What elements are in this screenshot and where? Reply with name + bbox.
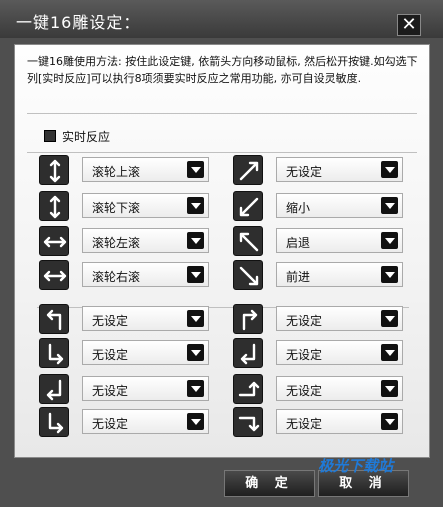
direction-button[interactable] <box>39 407 69 437</box>
chevron-down-icon <box>381 266 398 283</box>
action-dropdown[interactable]: 无设定 <box>276 376 403 401</box>
dropdown-value: 无设定 <box>92 314 129 328</box>
action-dropdown[interactable]: 无设定 <box>276 409 403 434</box>
chevron-down-icon <box>381 344 398 361</box>
chevron-down-icon <box>381 380 398 397</box>
direction-button[interactable] <box>233 338 263 368</box>
action-dropdown[interactable]: 无设定 <box>276 306 403 331</box>
direction-button[interactable] <box>233 226 263 256</box>
close-button[interactable]: ✕ <box>397 14 421 36</box>
chevron-down-icon <box>381 161 398 178</box>
chevron-down-icon <box>187 310 204 327</box>
window-title: 一键16雕设定： <box>16 13 141 32</box>
arrow-up-right-turn-icon <box>242 309 258 331</box>
direction-button[interactable] <box>233 155 263 185</box>
settings-dialog: 一键16雕设定： ✕ 一键16雕使用方法: 按住此设定键, 依箭头方向移动鼠标,… <box>0 0 443 507</box>
dropdown-value: 无设定 <box>286 417 323 431</box>
direction-button[interactable] <box>233 260 263 290</box>
chevron-down-icon <box>187 266 204 283</box>
usage-description: 一键16雕使用方法: 按住此设定键, 依箭头方向移动鼠标, 然后松开按键.如勾选… <box>27 55 418 85</box>
watermark-logo: 极光下载站 <box>318 457 394 475</box>
arrow-up-down-icon <box>49 159 61 183</box>
close-icon: ✕ <box>401 14 417 35</box>
action-dropdown[interactable]: 缩小 <box>276 193 403 218</box>
arrow-right-down-hook-icon <box>238 416 260 432</box>
action-dropdown[interactable]: 无设定 <box>276 157 403 182</box>
direction-button[interactable] <box>233 407 263 437</box>
action-dropdown[interactable]: 无设定 <box>82 340 209 365</box>
action-dropdown[interactable]: 无设定 <box>82 306 209 331</box>
direction-button[interactable] <box>39 260 69 290</box>
action-dropdown[interactable]: 前进 <box>276 262 403 287</box>
dropdown-value: 无设定 <box>92 384 129 398</box>
arrow-right-left-icon <box>43 270 67 282</box>
dropdown-value: 滚轮右滚 <box>92 270 141 284</box>
direction-button[interactable] <box>233 374 263 404</box>
chevron-down-icon <box>187 344 204 361</box>
dropdown-value: 无设定 <box>286 165 323 179</box>
arrow-diag-down-right-icon <box>239 266 259 286</box>
direction-button[interactable] <box>39 191 69 221</box>
arrow-diag-up-right-icon <box>239 161 259 181</box>
action-dropdown[interactable]: 滚轮下滚 <box>82 193 209 218</box>
chevron-down-icon <box>381 310 398 327</box>
arrow-down-left-turn-icon <box>240 343 256 365</box>
arrow-diag-down-left-icon <box>239 197 259 217</box>
chevron-down-icon <box>187 413 204 430</box>
dropdown-value: 滚轮下滚 <box>92 201 141 215</box>
arrow-diag-up-left-icon <box>239 232 259 252</box>
action-dropdown[interactable]: 无设定 <box>82 409 209 434</box>
dropdown-value: 无设定 <box>92 417 129 431</box>
dropdown-value: 滚轮上滚 <box>92 165 141 179</box>
direction-button[interactable] <box>233 304 263 334</box>
chevron-down-icon <box>187 197 204 214</box>
direction-button[interactable] <box>39 374 69 404</box>
chevron-down-icon <box>381 232 398 249</box>
direction-button[interactable] <box>39 226 69 256</box>
arrow-right-down-turn-icon <box>48 343 64 365</box>
realtime-checkbox[interactable] <box>44 130 56 142</box>
arrow-down-left-hook-icon <box>46 379 62 401</box>
direction-button[interactable] <box>39 155 69 185</box>
dropdown-value: 前进 <box>286 270 311 284</box>
chevron-down-icon <box>187 380 204 397</box>
dropdown-value: 滚轮左滚 <box>92 236 141 250</box>
dropdown-value: 无设定 <box>286 314 323 328</box>
chevron-down-icon <box>187 232 204 249</box>
ok-button[interactable]: 确 定 <box>224 470 315 497</box>
arrow-left-right-icon <box>43 236 67 248</box>
chevron-down-icon <box>381 197 398 214</box>
action-dropdown[interactable]: 无设定 <box>276 340 403 365</box>
title-bar: 一键16雕设定： ✕ <box>0 0 443 38</box>
action-dropdown[interactable]: 无设定 <box>82 376 209 401</box>
dropdown-value: 缩小 <box>286 201 311 215</box>
chevron-down-icon <box>381 413 398 430</box>
arrow-down-up-icon <box>49 195 61 219</box>
dropdown-value: 无设定 <box>92 348 129 362</box>
dropdown-value: 启退 <box>286 236 311 250</box>
action-dropdown[interactable]: 滚轮左滚 <box>82 228 209 253</box>
action-dropdown[interactable]: 滚轮上滚 <box>82 157 209 182</box>
direction-button[interactable] <box>233 191 263 221</box>
action-dropdown[interactable]: 滚轮右滚 <box>82 262 209 287</box>
direction-button[interactable] <box>39 304 69 334</box>
chevron-down-icon <box>187 161 204 178</box>
dropdown-value: 无设定 <box>286 384 323 398</box>
action-dropdown[interactable]: 启退 <box>276 228 403 253</box>
realtime-label: 实时反应 <box>62 130 111 144</box>
divider <box>27 152 417 153</box>
dropdown-value: 无设定 <box>286 348 323 362</box>
arrow-right-up-turn-icon <box>238 381 260 397</box>
arrow-up-left-turn-icon <box>46 309 62 331</box>
direction-button[interactable] <box>39 338 69 368</box>
divider <box>27 113 417 114</box>
arrow-down-right-turn-icon <box>48 412 64 434</box>
